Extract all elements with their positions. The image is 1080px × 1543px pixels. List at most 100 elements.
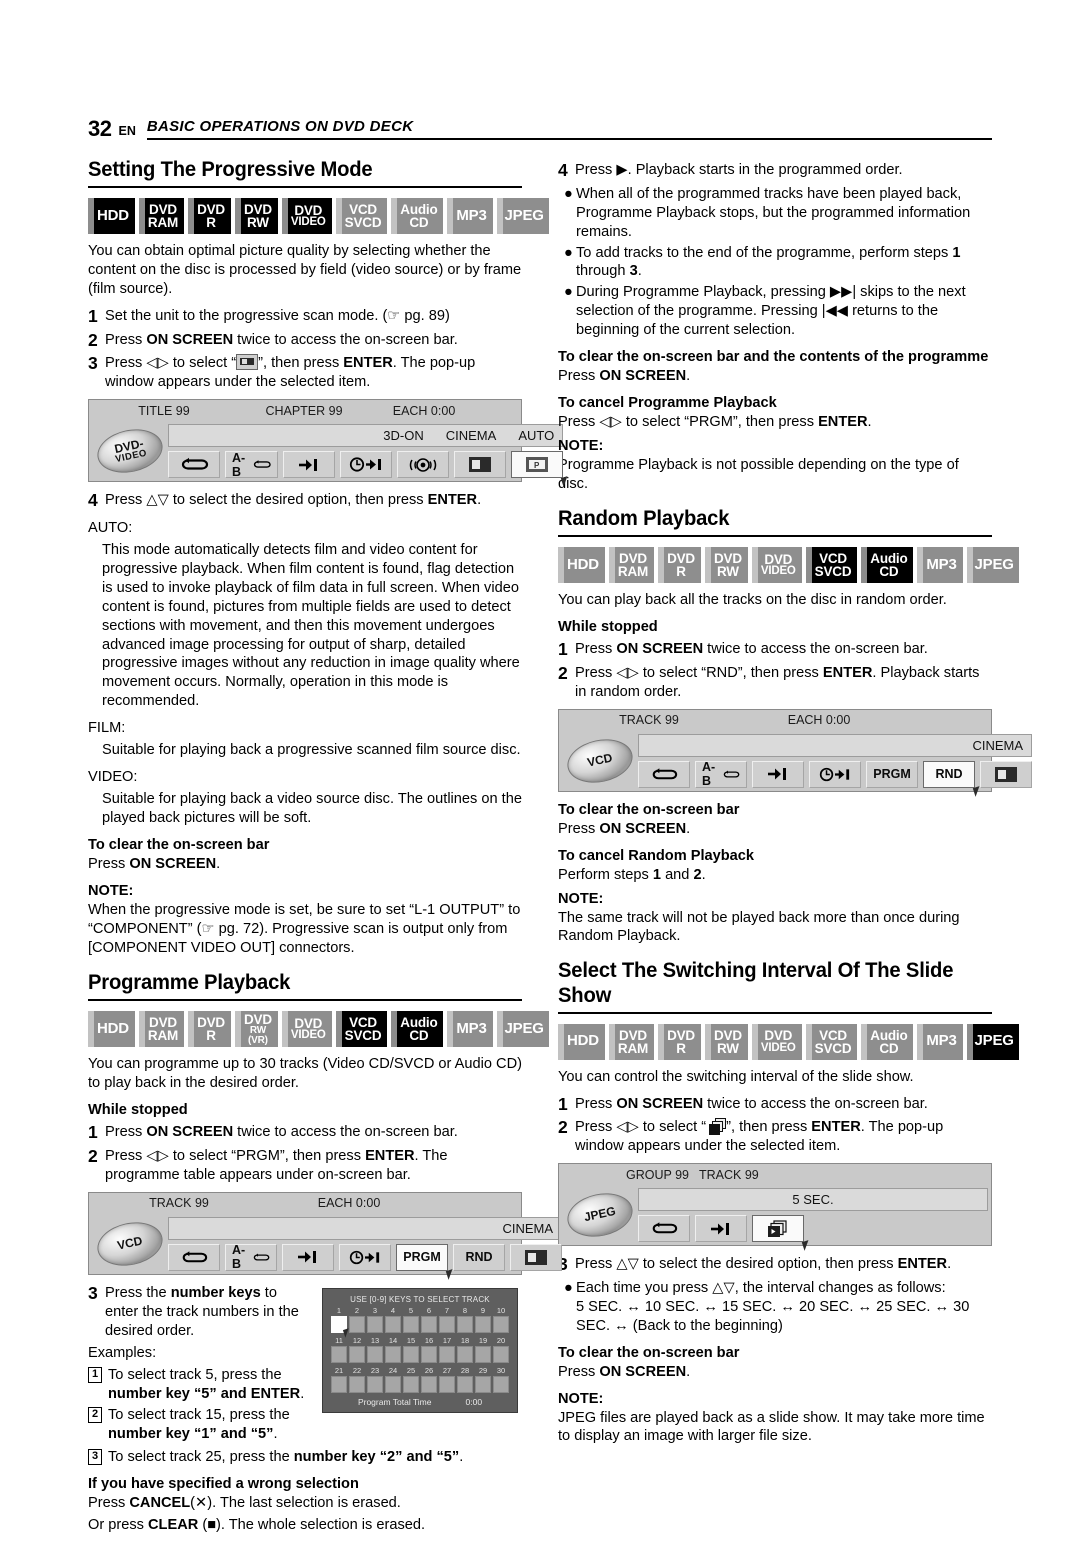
badge-tab [391, 198, 398, 235]
track-cell[interactable]: 20 [493, 1337, 509, 1363]
text-part: . [686, 820, 691, 837]
zoom-screen-icon[interactable] [980, 760, 1032, 788]
track-cell[interactable]: 3 [367, 1307, 383, 1333]
track-cell[interactable]: 18 [457, 1337, 473, 1363]
track-cell[interactable]: 4 [385, 1307, 401, 1333]
track-cell[interactable]: 22 [349, 1367, 365, 1393]
track-box [331, 1315, 352, 1338]
audio-icon[interactable] [397, 451, 450, 479]
slide-interval-icon-button[interactable] [752, 1215, 812, 1251]
track-cell[interactable]: 16 [421, 1337, 437, 1363]
track-cell[interactable]: 11 [331, 1337, 347, 1363]
badge-tab [658, 547, 665, 584]
step-text: Press ◁▷ to select “”, then press ENTER.… [105, 354, 522, 392]
step-text: Press ON SCREEN twice to access the on-s… [105, 1123, 522, 1143]
text-part: . [637, 263, 642, 280]
rnd-button[interactable]: RND [453, 1243, 505, 1271]
badge-label-line2: CD [879, 564, 899, 580]
section-title-slideshow: Select The Switching Interval Of The Sli… [558, 958, 954, 1007]
track-cell[interactable]: 19 [475, 1337, 491, 1363]
progressive-intro: You can obtain optimal picture quality b… [88, 243, 522, 298]
time-search-icon[interactable] [339, 1243, 391, 1271]
track-cell[interactable]: 28 [457, 1367, 473, 1393]
track-cell[interactable]: 30 [493, 1367, 509, 1393]
track-cell[interactable]: 10 [493, 1307, 509, 1333]
step-text-part: Press [575, 641, 617, 658]
track-cell[interactable]: 24 [385, 1367, 401, 1393]
osb-icon-row: A-B PRGM RND [638, 757, 1032, 797]
track-cell[interactable]: 7 [439, 1307, 455, 1333]
osb-chapter-field: CHAPTER 99 [265, 403, 343, 418]
track-cell[interactable]: 13 [367, 1337, 383, 1363]
button-name-enter: ENTER [343, 355, 393, 372]
badge-vcd-svcd: VCD SVCD [335, 198, 388, 235]
step-text-part: Press [105, 331, 147, 348]
badge-label-line2: CD [409, 215, 429, 231]
track-box [421, 1375, 437, 1393]
osb-top-row: TRACK 99 EACH 0:00 [559, 709, 991, 731]
a-b-repeat-icon[interactable]: A-B [225, 1243, 277, 1271]
badge-dvd-ram: DVD RAM [608, 547, 655, 584]
badge-tab [704, 1023, 711, 1060]
step-number: 1 [88, 1122, 98, 1143]
skip-to-icon[interactable] [695, 1215, 747, 1243]
track-cell[interactable]: 15 [403, 1337, 419, 1363]
track-cell[interactable]: 12 [349, 1337, 365, 1363]
track-cell[interactable]: 1 [331, 1307, 352, 1338]
track-cell[interactable]: 26 [421, 1367, 437, 1393]
time-search-icon[interactable] [340, 451, 393, 479]
track-box [403, 1375, 419, 1393]
zoom-screen-icon[interactable] [454, 451, 507, 479]
prgm-button[interactable]: PRGM [866, 760, 918, 788]
repeat-icon[interactable] [638, 1215, 690, 1243]
rnd-button[interactable]: RND [923, 760, 983, 797]
track-cell[interactable]: 2 [349, 1307, 365, 1333]
text-part: . [867, 414, 872, 431]
skip-to-icon[interactable] [752, 760, 804, 788]
prgm-button[interactable]: PRGM [396, 1243, 456, 1280]
track-cell[interactable]: 14 [385, 1337, 401, 1363]
track-cell[interactable]: 27 [439, 1367, 455, 1393]
track-cell[interactable]: 23 [367, 1367, 383, 1393]
a-b-repeat-icon[interactable]: A-B [225, 451, 279, 479]
button-name-clear: CLEAR [148, 1517, 199, 1534]
track-box [457, 1315, 473, 1333]
cancel-random-heading: To cancel Random Playback [558, 847, 755, 864]
track-cell[interactable]: 9 [475, 1307, 491, 1333]
zoom-screen-icon[interactable] [510, 1243, 562, 1271]
track-box [439, 1315, 455, 1333]
step-text-part: . [477, 492, 482, 509]
track-cell[interactable]: 21 [331, 1367, 347, 1393]
progressive-mode-icon-button[interactable]: P [511, 451, 571, 487]
osb-top-row: GROUP 99 TRACK 99 [559, 1164, 991, 1186]
badge-dvd-rw: DVD RW [704, 547, 748, 584]
track-cell[interactable]: 8 [457, 1307, 473, 1333]
skip-to-icon[interactable] [282, 1243, 334, 1271]
track-cell[interactable]: 25 [403, 1367, 419, 1393]
time-search-icon[interactable] [809, 760, 861, 788]
track-cell[interactable]: 29 [475, 1367, 491, 1393]
track-cell[interactable]: 17 [439, 1337, 455, 1363]
step-text-part: Press [575, 1095, 617, 1112]
osb-status-row: CINEMA [638, 733, 1032, 757]
badge-label: HDD [97, 206, 129, 224]
bullet-text: Each time you press △▽, the interval cha… [576, 1279, 992, 1336]
slideshow-intro: You can control the switching interval o… [558, 1068, 914, 1085]
step-1-slideshow: 1 Press ON SCREEN twice to access the on… [558, 1094, 992, 1115]
section-rule [558, 535, 992, 538]
repeat-icon[interactable] [168, 1243, 220, 1271]
button-name-on-screen: ON SCREEN [129, 856, 217, 873]
badge-label: MP3 [926, 1032, 957, 1050]
repeat-icon[interactable] [638, 760, 690, 788]
repeat-icon[interactable] [168, 451, 220, 479]
skip-to-icon[interactable] [283, 451, 336, 479]
section-progressive-mode: Setting The Progressive Mode HDD DVD RAM … [88, 157, 571, 958]
track-box [349, 1375, 365, 1393]
track-cell[interactable]: 5 [403, 1307, 419, 1333]
track-cell[interactable]: 6 [421, 1307, 437, 1333]
disc-label: JPEG [582, 1204, 617, 1225]
a-b-repeat-icon[interactable]: A-B [695, 760, 747, 788]
step-text: Press ◁▷ to select “RND”, then press ENT… [575, 664, 992, 702]
step-4-progressive: 4 Press △▽ to select the desired option,… [88, 491, 522, 511]
badge-tab [281, 1011, 288, 1048]
